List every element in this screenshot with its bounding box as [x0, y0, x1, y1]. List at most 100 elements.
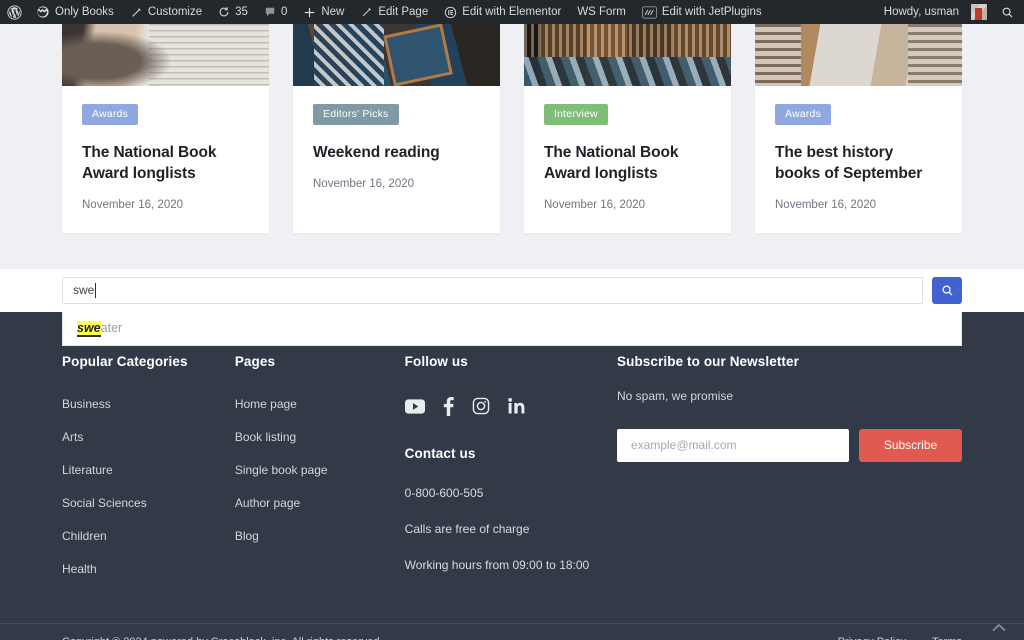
youtube-icon[interactable] — [404, 399, 425, 414]
footer-categories-list: Business Arts Literature Social Sciences… — [62, 395, 235, 578]
adminbar-search-button[interactable] — [993, 0, 1024, 24]
post-title[interactable]: Weekend reading — [313, 143, 480, 164]
avatar — [971, 4, 987, 20]
post-card-body: Editors' Picks Weekend reading November … — [293, 86, 500, 212]
footer-link-arts[interactable]: Arts — [62, 430, 83, 444]
footer-link-children[interactable]: Children — [62, 529, 107, 543]
instagram-icon[interactable] — [472, 397, 490, 415]
list-item: Author page — [235, 494, 405, 512]
list-item: Social Sciences — [62, 494, 235, 512]
site-footer: Popular Categories Business Arts Literat… — [0, 311, 1024, 640]
footer-column-pages: Pages Home page Book listing Single book… — [235, 354, 405, 593]
post-thumbnail — [293, 24, 500, 86]
adminbar-howdy-label: Howdy, usman — [883, 6, 959, 18]
list-item: Home page — [235, 395, 405, 413]
adminbar-customize-label: Customize — [147, 6, 203, 18]
footer-heading-newsletter: Subscribe to our Newsletter — [617, 353, 799, 369]
post-title[interactable]: The best history books of September — [775, 143, 942, 185]
search-icon — [1001, 6, 1014, 19]
adminbar-my-account[interactable]: Howdy, usman — [877, 0, 993, 24]
autocomplete-suggestion[interactable]: sweater — [63, 312, 961, 345]
footer-link-business[interactable]: Business — [62, 397, 111, 411]
search-input[interactable] — [62, 276, 923, 304]
footer-link-social-sciences[interactable]: Social Sciences — [62, 496, 147, 510]
list-item: Children — [62, 527, 235, 545]
post-category-badge[interactable]: Editors' Picks — [313, 104, 399, 125]
brush-icon — [130, 6, 143, 19]
search-icon — [941, 284, 954, 297]
adminbar-edit-with-jetplugins[interactable]: Edit with JetPlugins — [634, 0, 770, 24]
post-date: November 16, 2020 — [775, 198, 877, 211]
post-card[interactable]: Editors' Picks Weekend reading November … — [293, 24, 500, 233]
footer-link-literature[interactable]: Literature — [62, 463, 113, 477]
footer-heading-contact-us: Contact us — [404, 445, 476, 461]
footer-heading-categories: Popular Categories — [62, 353, 188, 369]
footer-contact-hours: Working hours from 09:00 to 18:00 — [404, 557, 590, 572]
post-category-badge[interactable]: Awards — [82, 104, 139, 125]
list-item: Blog — [235, 527, 405, 545]
chevron-up-icon — [992, 619, 1006, 637]
autocomplete-rest-text: ater — [100, 320, 123, 335]
post-date: November 16, 2020 — [82, 198, 184, 211]
site-icon — [36, 5, 50, 19]
footer-link-blog[interactable]: Blog — [235, 529, 259, 543]
footer-link-book-listing[interactable]: Book listing — [235, 430, 296, 444]
post-title[interactable]: The National Book Award longlists — [82, 143, 249, 185]
adminbar-jetplugins-label: Edit with JetPlugins — [661, 6, 762, 18]
subscribe-button[interactable]: Subscribe — [859, 428, 962, 462]
newsletter-note: No spam, we promise — [617, 388, 734, 403]
updates-icon — [218, 6, 230, 18]
adminbar-new[interactable]: New — [295, 0, 352, 24]
newsletter-email-input[interactable] — [617, 428, 849, 462]
post-title[interactable]: The National Book Award longlists — [544, 143, 711, 185]
list-item: Single book page — [235, 461, 405, 479]
footer-column-follow-contact: Follow us Contact us 0-800-600-505 Calls… — [404, 353, 617, 593]
elementor-icon — [444, 6, 457, 19]
post-card[interactable]: Awards The National Book Award longlists… — [62, 24, 269, 233]
comment-icon — [264, 6, 276, 18]
post-category-badge[interactable]: Awards — [775, 104, 832, 125]
plus-icon — [303, 6, 316, 19]
footer-link-author-page[interactable]: Author page — [235, 496, 300, 510]
adminbar-edit-with-elementor[interactable]: Edit with Elementor — [436, 0, 569, 24]
adminbar-updates[interactable]: 35 — [210, 0, 256, 24]
footer-link-home-page[interactable]: Home page — [235, 397, 297, 411]
adminbar-right-group: Howdy, usman — [877, 0, 1024, 24]
footer-contact-note: Calls are free of charge — [404, 521, 530, 536]
post-card-body: Interview The National Book Award longli… — [524, 86, 731, 233]
footer-contact-phone[interactable]: 0-800-600-505 — [405, 486, 617, 500]
adminbar-ws-form[interactable]: WS Form — [569, 0, 634, 24]
newsletter-form: Subscribe — [617, 428, 962, 462]
post-thumbnail — [524, 24, 731, 86]
posts-grid: Awards The National Book Award longlists… — [0, 24, 1024, 233]
wp-admin-bar: Only Books Customize 35 0 New Edit Page … — [0, 0, 1024, 24]
footer-heading-pages: Pages — [234, 353, 276, 369]
post-card-body: Awards The National Book Award longlists… — [62, 86, 269, 233]
footer-link-terms[interactable]: Terms — [932, 636, 962, 640]
footer-bottom-links: Privacy Policy Terms — [838, 636, 962, 640]
adminbar-edit-page[interactable]: Edit Page — [352, 0, 436, 24]
footer-link-health[interactable]: Health — [62, 562, 97, 576]
footer-link-single-book-page[interactable]: Single book page — [235, 463, 328, 477]
wordpress-logo-icon — [7, 4, 22, 20]
post-date: November 16, 2020 — [544, 198, 646, 211]
facebook-icon[interactable] — [443, 396, 454, 416]
search-form — [62, 276, 962, 304]
adminbar-comments[interactable]: 0 — [256, 0, 295, 24]
footer-heading-follow-us: Follow us — [404, 353, 468, 369]
adminbar-ws-form-label: WS Form — [577, 6, 626, 18]
scroll-to-top-button[interactable] — [988, 619, 1010, 637]
adminbar-customize[interactable]: Customize — [122, 0, 210, 24]
post-card[interactable]: Interview The National Book Award longli… — [524, 24, 731, 233]
footer-link-privacy-policy[interactable]: Privacy Policy — [838, 636, 906, 640]
search-submit-button[interactable] — [932, 276, 962, 304]
adminbar-site-name[interactable]: Only Books — [28, 0, 122, 24]
linkedin-icon[interactable] — [507, 398, 526, 414]
post-card[interactable]: Awards The best history books of Septemb… — [755, 24, 962, 233]
adminbar-site-label: Only Books — [55, 6, 114, 18]
footer-bottom-bar: Copyright © 2024 powered by Crocoblock, … — [0, 622, 1024, 640]
post-category-badge[interactable]: Interview — [544, 104, 608, 125]
adminbar-wp-logo[interactable] — [0, 0, 28, 24]
footer-column-categories: Popular Categories Business Arts Literat… — [62, 354, 235, 593]
footer-column-newsletter: Subscribe to our Newsletter No spam, we … — [617, 354, 962, 593]
